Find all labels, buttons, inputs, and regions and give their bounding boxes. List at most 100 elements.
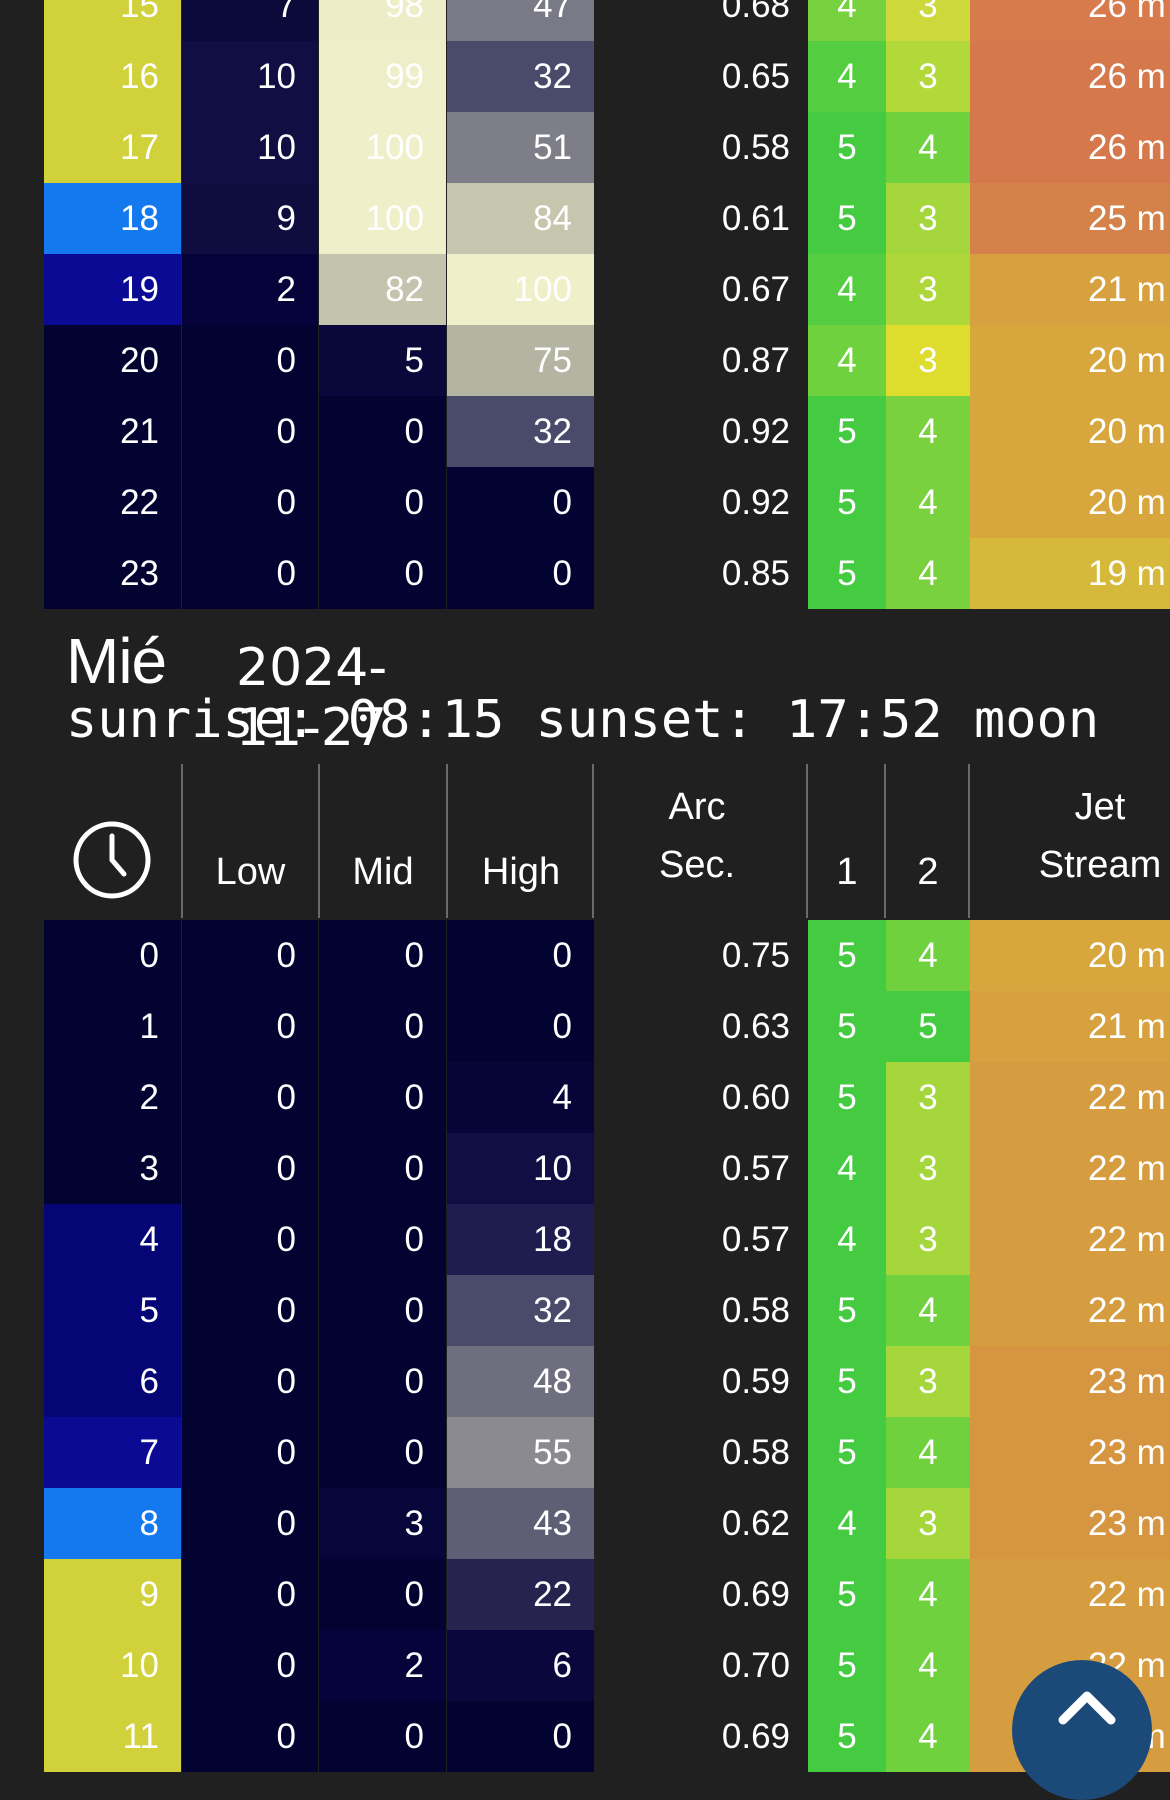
table-row: 23 0 0 0 0.85 5 4 19 m [44, 538, 1170, 609]
forecast-table-current-day: 0 0 0 0 0.75 5 4 20 m 1 0 0 0 0.63 5 5 21 m 2 0 0 4 0.60 5 3 22… [44, 920, 1170, 1772]
seeing-1-cell: 5 [808, 991, 886, 1062]
seeing-1-cell: 4 [808, 1133, 886, 1204]
low-cloud-cell: 0 [182, 991, 318, 1062]
low-cloud-cell: 0 [182, 325, 318, 396]
mid-cloud-cell: 0 [319, 1559, 446, 1630]
day-label: Mié [66, 625, 167, 697]
high-cloud-cell: 51 [447, 112, 594, 183]
hour-cell: 21 [44, 396, 181, 467]
seeing-2-cell: 4 [886, 112, 970, 183]
seeing-1-cell: 5 [808, 1346, 886, 1417]
table-row: 3 0 0 10 0.57 4 3 22 m [44, 1133, 1170, 1204]
jet-stream-cell: 23 m [970, 1346, 1170, 1417]
hour-cell: 5 [44, 1275, 181, 1346]
jet-stream-cell: 20 m [970, 920, 1170, 991]
chevron-up-icon [1058, 1691, 1116, 1725]
low-cloud-cell: 10 [182, 112, 318, 183]
high-cloud-cell: 22 [447, 1559, 594, 1630]
header-mid: Mid [352, 851, 414, 893]
hour-cell: 23 [44, 538, 181, 609]
hour-cell: 7 [44, 1417, 181, 1488]
jet-stream-cell: 20 m [970, 467, 1170, 538]
seeing-2-cell: 3 [886, 41, 970, 112]
mid-cloud-cell: 5 [319, 325, 446, 396]
high-cloud-cell: 0 [447, 991, 594, 1062]
arc-sec-cell: 0.62 [594, 1488, 830, 1559]
seeing-2-cell: 4 [886, 1701, 970, 1772]
table-row: 4 0 0 18 0.57 4 3 22 m [44, 1204, 1170, 1275]
seeing-1-cell: 4 [808, 0, 886, 41]
jet-stream-cell: 22 m [970, 1559, 1170, 1630]
header-low: Low [215, 851, 286, 893]
arc-sec-cell: 0.75 [594, 920, 830, 991]
mid-cloud-cell: 0 [319, 1346, 446, 1417]
table-header: Low Mid High Arc Sec. 1 2 Jet Stream [44, 764, 1170, 918]
low-cloud-cell: 0 [182, 920, 318, 991]
arc-sec-cell: 0.69 [594, 1701, 830, 1772]
mid-cloud-cell: 100 [319, 112, 446, 183]
table-row: 1 0 0 0 0.63 5 5 21 m [44, 991, 1170, 1062]
low-cloud-cell: 0 [182, 1701, 318, 1772]
seeing-1-cell: 5 [808, 467, 886, 538]
table-row: 20 0 5 75 0.87 4 3 20 m [44, 325, 1170, 396]
hour-cell: 8 [44, 1488, 181, 1559]
high-cloud-cell: 43 [447, 1488, 594, 1559]
mid-cloud-cell: 0 [319, 920, 446, 991]
high-cloud-cell: 6 [447, 1630, 594, 1701]
mid-cloud-cell: 0 [319, 1133, 446, 1204]
seeing-1-cell: 5 [808, 183, 886, 254]
arc-sec-cell: 0.65 [594, 41, 830, 112]
high-cloud-cell: 47 [447, 0, 594, 41]
mid-cloud-cell: 98 [319, 0, 446, 41]
arc-sec-cell: 0.67 [594, 254, 830, 325]
jet-stream-cell: 22 m [970, 1275, 1170, 1346]
scroll-to-top-button[interactable] [1012, 1660, 1152, 1800]
low-cloud-cell: 0 [182, 1133, 318, 1204]
seeing-1-cell: 5 [808, 1417, 886, 1488]
jet-stream-cell: 26 m [970, 112, 1170, 183]
arc-sec-cell: 0.61 [594, 183, 830, 254]
hour-cell: 3 [44, 1133, 181, 1204]
arc-sec-cell: 0.87 [594, 325, 830, 396]
table-row: 21 0 0 32 0.92 5 4 20 m [44, 396, 1170, 467]
mid-cloud-cell: 0 [319, 1204, 446, 1275]
mid-cloud-cell: 2 [319, 1630, 446, 1701]
jet-stream-cell: 20 m [970, 325, 1170, 396]
low-cloud-cell: 0 [182, 1559, 318, 1630]
arc-sec-cell: 0.58 [594, 1417, 830, 1488]
seeing-1-cell: 4 [808, 1204, 886, 1275]
table-row: 5 0 0 32 0.58 5 4 22 m [44, 1275, 1170, 1346]
hour-cell: 2 [44, 1062, 181, 1133]
arc-sec-cell: 0.70 [594, 1630, 830, 1701]
seeing-2-cell: 3 [886, 1488, 970, 1559]
sun-times-line: sunrise: 08:15 sunset: 17:52 moon [66, 690, 1100, 750]
high-cloud-cell: 0 [447, 920, 594, 991]
mid-cloud-cell: 0 [319, 1275, 446, 1346]
seeing-1-cell: 5 [808, 920, 886, 991]
header-arc-sec: Arc Sec. [658, 786, 736, 886]
jet-stream-cell: 19 m [970, 538, 1170, 609]
table-row: 10 0 2 6 0.70 5 4 22 m [44, 1630, 1170, 1701]
low-cloud-cell: 0 [182, 1346, 318, 1417]
table-row: 8 0 3 43 0.62 4 3 23 m [44, 1488, 1170, 1559]
seeing-2-cell: 3 [886, 0, 970, 41]
seeing-2-cell: 3 [886, 1062, 970, 1133]
low-cloud-cell: 0 [182, 1275, 318, 1346]
high-cloud-cell: 48 [447, 1346, 594, 1417]
seeing-1-cell: 5 [808, 1630, 886, 1701]
mid-cloud-cell: 99 [319, 41, 446, 112]
high-cloud-cell: 32 [447, 1275, 594, 1346]
low-cloud-cell: 10 [182, 41, 318, 112]
high-cloud-cell: 32 [447, 41, 594, 112]
mid-cloud-cell: 0 [319, 467, 446, 538]
arc-sec-cell: 0.57 [594, 1133, 830, 1204]
high-cloud-cell: 100 [447, 254, 594, 325]
high-cloud-cell: 0 [447, 538, 594, 609]
seeing-2-cell: 4 [886, 1417, 970, 1488]
seeing-2-cell: 4 [886, 396, 970, 467]
low-cloud-cell: 0 [182, 538, 318, 609]
high-cloud-cell: 0 [447, 467, 594, 538]
seeing-2-cell: 3 [886, 183, 970, 254]
arc-sec-cell: 0.68 [594, 0, 830, 41]
low-cloud-cell: 0 [182, 1488, 318, 1559]
